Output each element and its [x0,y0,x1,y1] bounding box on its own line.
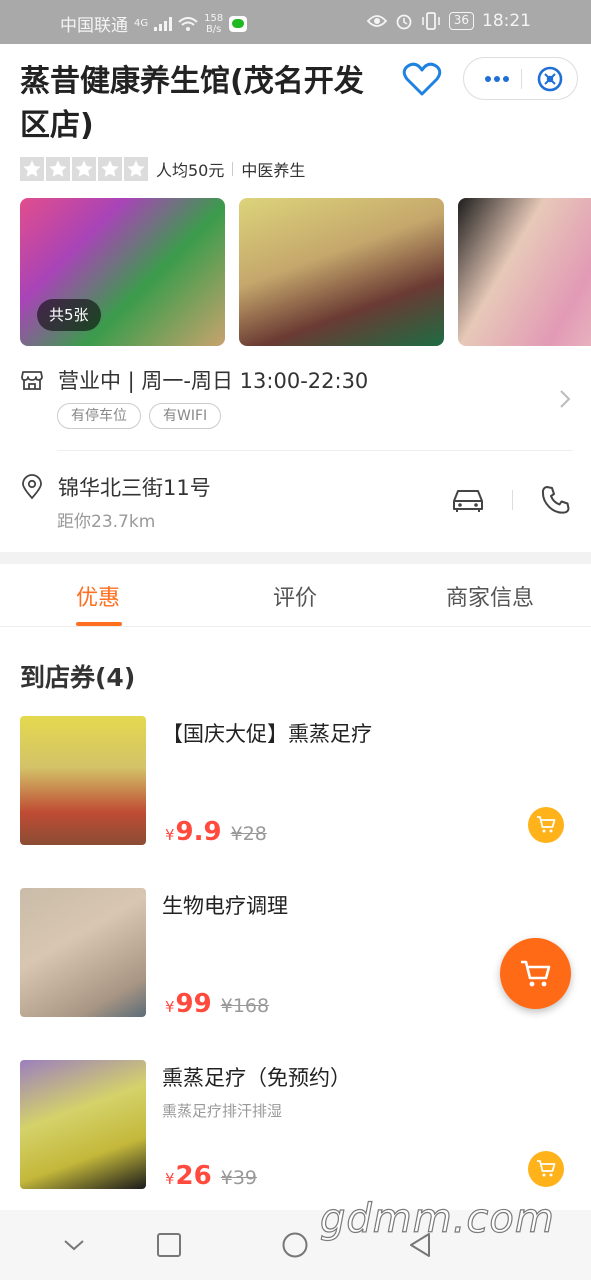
location-pin-icon [22,474,42,500]
network-speed: 158 B/s [204,13,223,35]
mini-program-capsule [463,57,578,100]
tab-bar: 优惠 评价 商家信息 [0,564,591,627]
section-gap [0,552,591,564]
signal-icon [154,16,173,31]
rating-row: 人均50元 中医养生 [20,155,305,183]
alarm-icon [396,14,412,30]
deal-price: 9.9 [175,817,222,847]
business-hours-row[interactable]: 营业中 | 周一-周日 13:00-22:30 [20,365,580,395]
deal-item[interactable]: 生物电疗调理 ¥ 99 ¥168 [20,888,576,1019]
star-icon [20,157,44,181]
capsule-divider [521,69,522,89]
star-icon [98,157,122,181]
cart-icon [537,816,556,833]
watermark: gdmm.com [319,1195,555,1242]
star-rating [20,157,148,181]
star-icon [72,157,96,181]
tab-discounts[interactable]: 优惠 [76,580,120,612]
network-label: 4G [134,18,149,29]
wechat-icon [229,15,248,32]
facility-tag: 有WIFI [149,403,222,429]
cart-icon [521,960,551,987]
price-row: ¥ 9.9 ¥28 [165,817,267,847]
deal-price: 26 [175,1161,212,1191]
deal-price: 99 [175,989,212,1019]
eye-icon [366,15,387,27]
status-bar: 中国联通 4G 158 B/s 36 18:21 [0,0,591,44]
vibrate-icon [421,12,440,30]
store-icon [21,371,43,390]
clock: 18:21 [482,11,531,31]
deal-image [20,888,146,1017]
photo-count-badge: 共5张 [37,299,101,331]
cart-icon [537,1160,556,1177]
wifi-icon [178,16,198,31]
currency-symbol: ¥ [165,826,175,844]
floating-cart-button[interactable] [500,938,571,1009]
original-price: ¥168 [220,995,270,1017]
photo-gallery[interactable]: 共5张 [20,198,591,346]
distance-label: 距你23.7km [57,512,156,532]
divider [57,450,573,451]
tab-reviews[interactable]: 评价 [273,580,317,612]
star-icon [46,157,70,181]
rating-separator [232,162,234,176]
active-tab-indicator [76,622,122,626]
star-icon [124,157,148,181]
phone-icon[interactable] [540,484,572,516]
deal-image [20,716,146,845]
shop-category: 中医养生 [241,161,306,180]
shop-photo[interactable] [458,198,591,346]
original-price: ¥39 [220,1167,257,1189]
deal-name: 【国庆大促】熏蒸足疗 [162,722,372,746]
currency-symbol: ¥ [165,1170,175,1188]
add-to-cart-button[interactable] [528,807,564,843]
deal-name: 熏蒸足疗（免预约） [162,1066,351,1090]
heart-outline-icon[interactable] [402,62,442,96]
network-speed-unit: B/s [205,23,222,35]
original-price: ¥28 [230,823,267,845]
facility-tags: 有停车位 有WIFI [57,403,222,429]
deal-item[interactable]: 熏蒸足疗（免预约） 熏蒸足疗排汗排湿 ¥ 26 ¥39 [20,1060,576,1191]
business-hours: 营业中 | 周一-周日 13:00-22:30 [58,369,369,393]
deal-item[interactable]: 【国庆大促】熏蒸足疗 ¥ 9.9 ¥28 [20,716,576,847]
shop-photo[interactable]: 共5张 [20,198,225,346]
recent-apps-icon[interactable] [154,1230,184,1260]
home-icon[interactable] [280,1230,310,1260]
price-row: ¥ 99 ¥168 [165,989,269,1019]
chevron-right-icon[interactable] [558,388,572,410]
close-circle-icon[interactable] [536,65,564,93]
facility-tag: 有停车位 [57,403,141,429]
status-bar-right: 36 18:21 [366,11,531,31]
deal-name: 生物电疗调理 [162,894,288,918]
per-capita-price: 人均50元 [156,161,225,180]
coupon-section-title: 到店券(4) [20,663,136,692]
more-dots-icon[interactable] [480,68,514,90]
currency-symbol: ¥ [165,998,175,1016]
tab-merchant-info[interactable]: 商家信息 [446,580,534,612]
address-row[interactable]: 锦华北三街11号 [20,472,580,502]
shop-photo[interactable] [239,198,444,346]
carrier-label: 中国联通 [60,16,128,36]
add-to-cart-button[interactable] [528,1151,564,1187]
network-speed-value: 158 [204,12,224,24]
shop-title: 蒸昔健康养生馆(茂名开发区店) [20,64,364,143]
car-icon[interactable] [450,484,486,514]
chevron-down-icon[interactable] [59,1230,89,1260]
battery-indicator: 36 [448,12,474,30]
price-row: ¥ 26 ¥39 [165,1161,257,1191]
action-separator [512,490,513,510]
deal-image [20,1060,146,1189]
deal-subtitle: 熏蒸足疗排汗排湿 [162,1102,283,1120]
status-bar-left: 中国联通 4G 158 B/s [60,11,248,36]
shop-address: 锦华北三街11号 [58,476,211,500]
